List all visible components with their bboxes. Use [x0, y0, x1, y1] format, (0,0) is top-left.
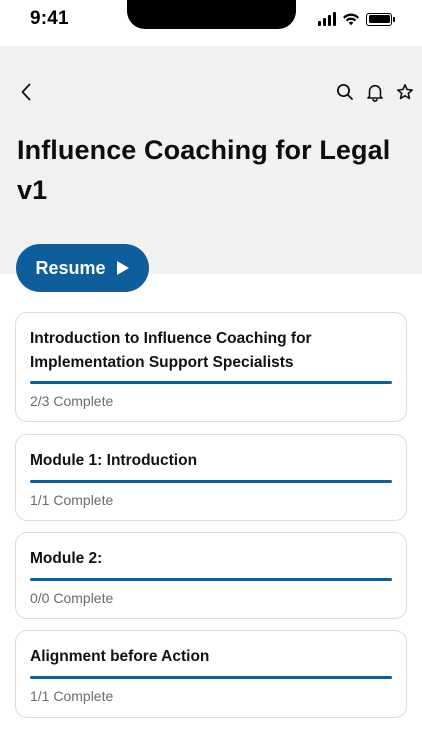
module-title: Module 2: [30, 550, 103, 567]
battery-icon [366, 12, 395, 26]
module-progress-bar [30, 578, 392, 581]
module-card[interactable]: Alignment before Action 1/1 Complete [15, 630, 407, 718]
module-progress-bar [30, 480, 392, 483]
cellular-signal-icon [318, 12, 336, 26]
page-title: Influence Coaching for Legal v1 [17, 135, 391, 205]
device-notch [127, 0, 296, 29]
status-icons [318, 12, 395, 26]
module-card[interactable]: Module 1: Introduction 1/1 Complete [15, 434, 407, 521]
status-time: 9:41 [30, 8, 69, 29]
module-card[interactable]: Module 2: 0/0 Complete [15, 532, 407, 619]
module-progress-bar [30, 676, 392, 679]
wifi-icon [343, 13, 359, 26]
module-card[interactable]: Introduction to Influence Coaching for I… [15, 312, 407, 422]
search-icon [337, 84, 353, 100]
module-title: Alignment before Action [30, 648, 210, 665]
notifications-button[interactable] [364, 78, 386, 106]
module-status: 0/0 Complete [30, 590, 114, 606]
nav-actions [334, 78, 416, 106]
module-title: Introduction to Influence Coaching for I… [30, 330, 312, 371]
course-header: Influence Coaching for Legal v1 [0, 46, 422, 274]
favorite-button[interactable] [394, 78, 416, 106]
search-button[interactable] [334, 78, 356, 106]
status-bar: 9:41 [0, 0, 422, 46]
module-status: 1/1 Complete [30, 492, 114, 508]
resume-button[interactable]: Resume [16, 244, 149, 292]
module-progress-bar [30, 381, 392, 384]
nav-bar [0, 76, 422, 108]
play-icon [116, 261, 129, 275]
module-title: Module 1: Introduction [30, 452, 198, 469]
module-status: 2/3 Complete [30, 393, 114, 409]
resume-label: Resume [35, 257, 106, 278]
star-icon [397, 84, 413, 100]
back-button[interactable] [14, 78, 38, 106]
module-status: 1/1 Complete [30, 688, 114, 704]
chevron-left-icon [21, 83, 31, 101]
bell-icon [367, 84, 383, 102]
